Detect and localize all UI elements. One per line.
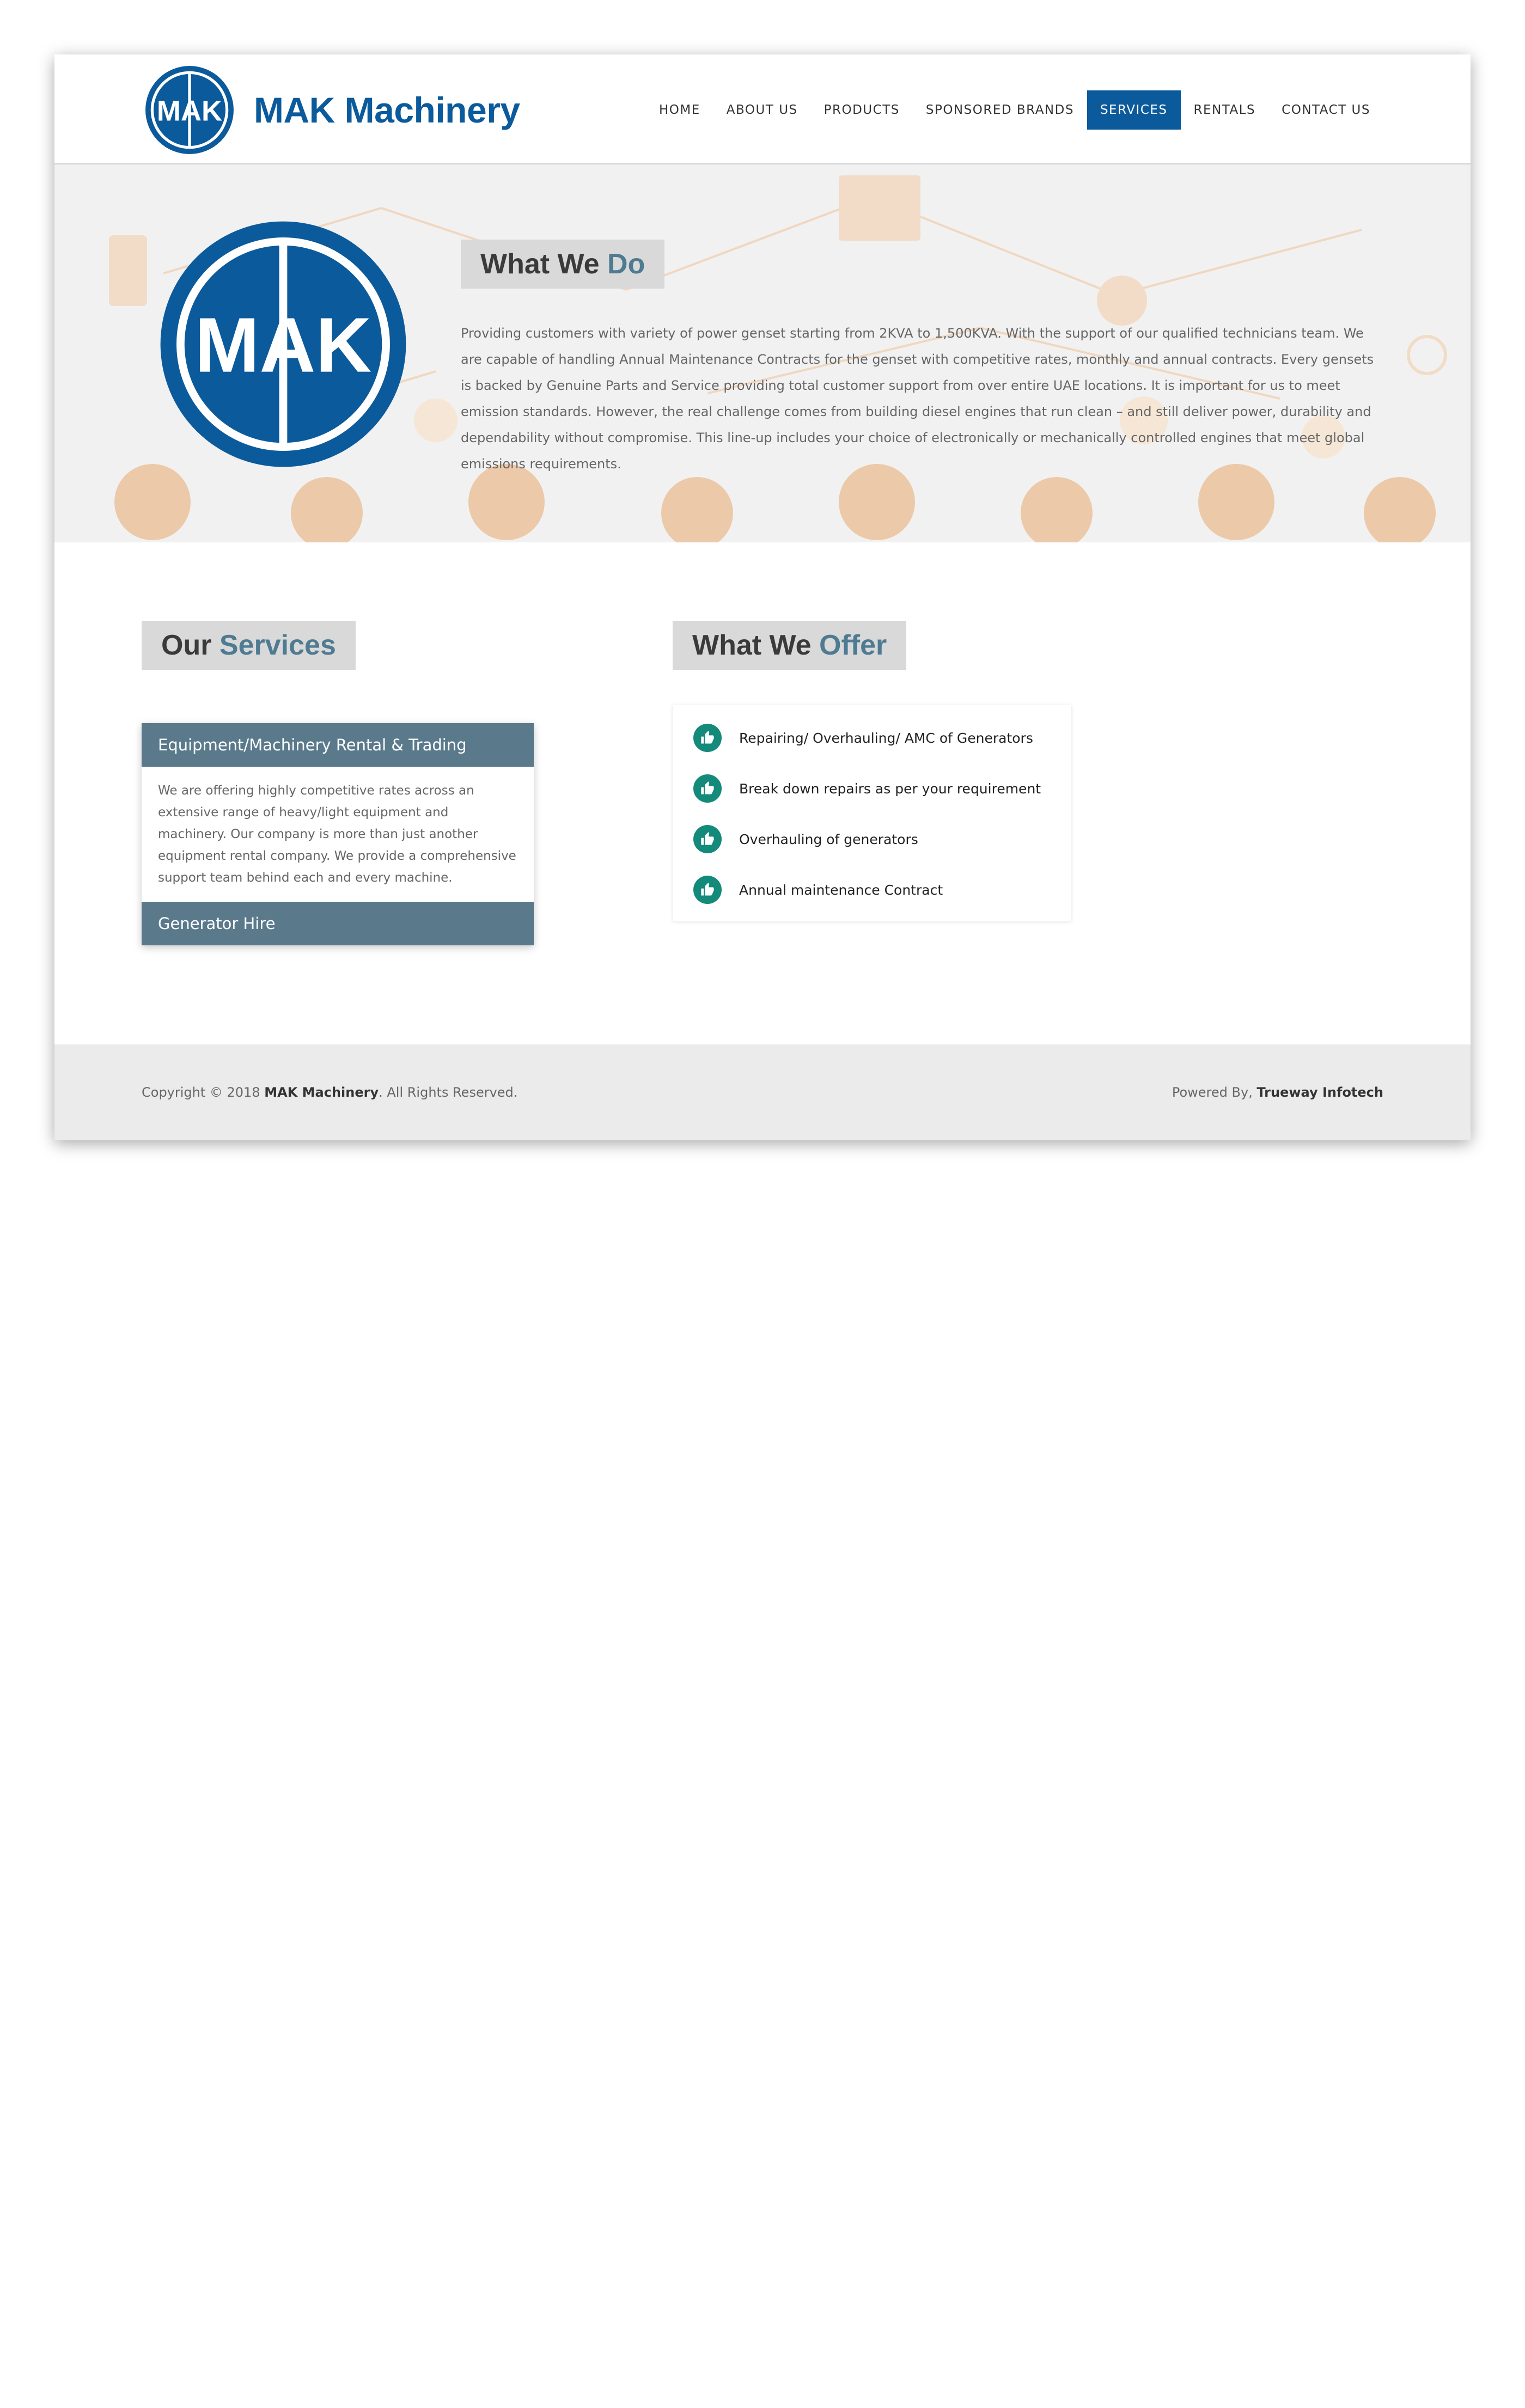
accordion-body-equipment-rental: We are offering highly competitive rates… bbox=[158, 784, 516, 885]
copyright-suffix: . All Rights Reserved. bbox=[379, 1085, 518, 1100]
mak-emblem-icon: MAK bbox=[160, 221, 406, 467]
brand-link[interactable]: MAK MAK Machinery bbox=[142, 62, 520, 158]
thumbs-up-icon bbox=[693, 724, 722, 752]
nav-contact-us[interactable]: CONTACT US bbox=[1268, 90, 1383, 130]
thumbs-up-icon bbox=[693, 825, 722, 853]
copyright-prefix: Copyright © 2018 bbox=[142, 1085, 265, 1100]
offer-list-item: Break down repairs as per your requireme… bbox=[693, 774, 1041, 803]
emblem-text: MAK bbox=[195, 302, 372, 389]
what-we-do-section: MAK What We Do Providing customers with … bbox=[54, 164, 1471, 542]
offer-list-item: Overhauling of generators bbox=[693, 824, 918, 854]
copyright-company: MAK Machinery bbox=[264, 1085, 379, 1100]
nav-sponsored-brands[interactable]: SPONSORED BRANDS bbox=[913, 90, 1087, 130]
site-footer: Copyright © 2018 MAK Machinery. All Righ… bbox=[54, 1044, 1471, 1140]
what-we-do-heading: What We Do bbox=[461, 240, 665, 289]
nav-about-us[interactable]: ABOUT US bbox=[713, 90, 811, 130]
heading-accent-text: Services bbox=[219, 629, 336, 661]
heading-accent-text: Do bbox=[607, 248, 645, 280]
offer-list-item: Repairing/ Overhauling/ AMC of Generator… bbox=[693, 723, 1033, 753]
heading-main-text: Our bbox=[161, 629, 219, 661]
powered-by-text: Powered By, Trueway Infotech bbox=[1172, 1044, 1383, 1140]
brand-name: MAK Machinery bbox=[254, 90, 520, 130]
logo-text: MAK bbox=[157, 95, 222, 127]
heading-main-text: What We bbox=[480, 248, 608, 280]
offer-list-item: Annual maintenance Contract bbox=[693, 875, 943, 904]
nav-products[interactable]: PRODUCTS bbox=[811, 90, 913, 130]
offer-item-label: Overhauling of generators bbox=[739, 831, 918, 847]
offer-item-label: Annual maintenance Contract bbox=[739, 882, 943, 898]
site-header: MAK MAK Machinery HOME ABOUT US PRODUCTS… bbox=[54, 54, 1471, 164]
heading-main-text: What We bbox=[692, 629, 820, 661]
mak-logo-icon: MAK bbox=[145, 66, 234, 154]
offer-item-label: Break down repairs as per your requireme… bbox=[739, 780, 1041, 797]
powered-by-link[interactable]: Trueway Infotech bbox=[1256, 1085, 1383, 1100]
thumbs-up-icon bbox=[693, 876, 722, 904]
our-services-heading: Our Services bbox=[142, 621, 356, 670]
services-accordion: Equipment/Machinery Rental & Trading We … bbox=[142, 723, 534, 945]
offer-item-label: Repairing/ Overhauling/ AMC of Generator… bbox=[739, 730, 1033, 746]
main-nav: HOME ABOUT US PRODUCTS SPONSORED BRANDS … bbox=[646, 90, 1383, 130]
copyright-text: Copyright © 2018 MAK Machinery. All Righ… bbox=[142, 1044, 517, 1140]
nav-rentals[interactable]: RENTALS bbox=[1181, 90, 1269, 130]
accordion-header-generator-hire[interactable]: Generator Hire bbox=[142, 902, 534, 945]
page-container: MAK MAK Machinery HOME ABOUT US PRODUCTS… bbox=[54, 54, 1471, 1140]
powered-by-prefix: Powered By, bbox=[1172, 1085, 1257, 1100]
offer-list: Repairing/ Overhauling/ AMC of Generator… bbox=[673, 705, 1071, 921]
what-we-do-description: Providing customers with variety of powe… bbox=[461, 326, 1374, 472]
what-we-offer-heading: What We Offer bbox=[673, 621, 907, 670]
nav-services[interactable]: SERVICES bbox=[1087, 90, 1181, 130]
heading-accent-text: Offer bbox=[819, 629, 887, 661]
nav-home[interactable]: HOME bbox=[646, 90, 713, 130]
thumbs-up-icon bbox=[693, 774, 722, 803]
accordion-header-equipment-rental[interactable]: Equipment/Machinery Rental & Trading bbox=[142, 723, 534, 767]
